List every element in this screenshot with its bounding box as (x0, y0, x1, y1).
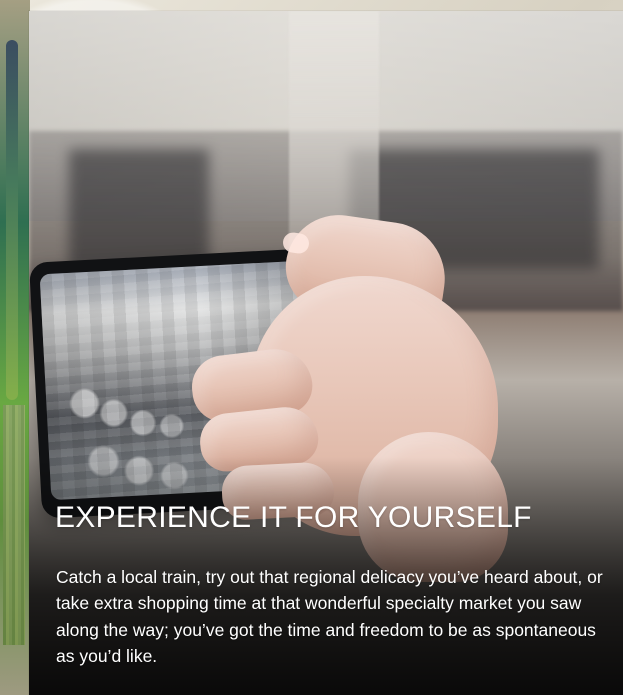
hero-title: EXPERIENCE IT FOR YOURSELF (55, 501, 532, 534)
page: EXPERIENCE IT FOR YOURSELF Catch a local… (0, 0, 623, 695)
background-image-strip (0, 0, 30, 695)
hero-card: EXPERIENCE IT FOR YOURSELF Catch a local… (29, 11, 623, 695)
hero-body-text: Catch a local train, try out that region… (56, 567, 603, 666)
